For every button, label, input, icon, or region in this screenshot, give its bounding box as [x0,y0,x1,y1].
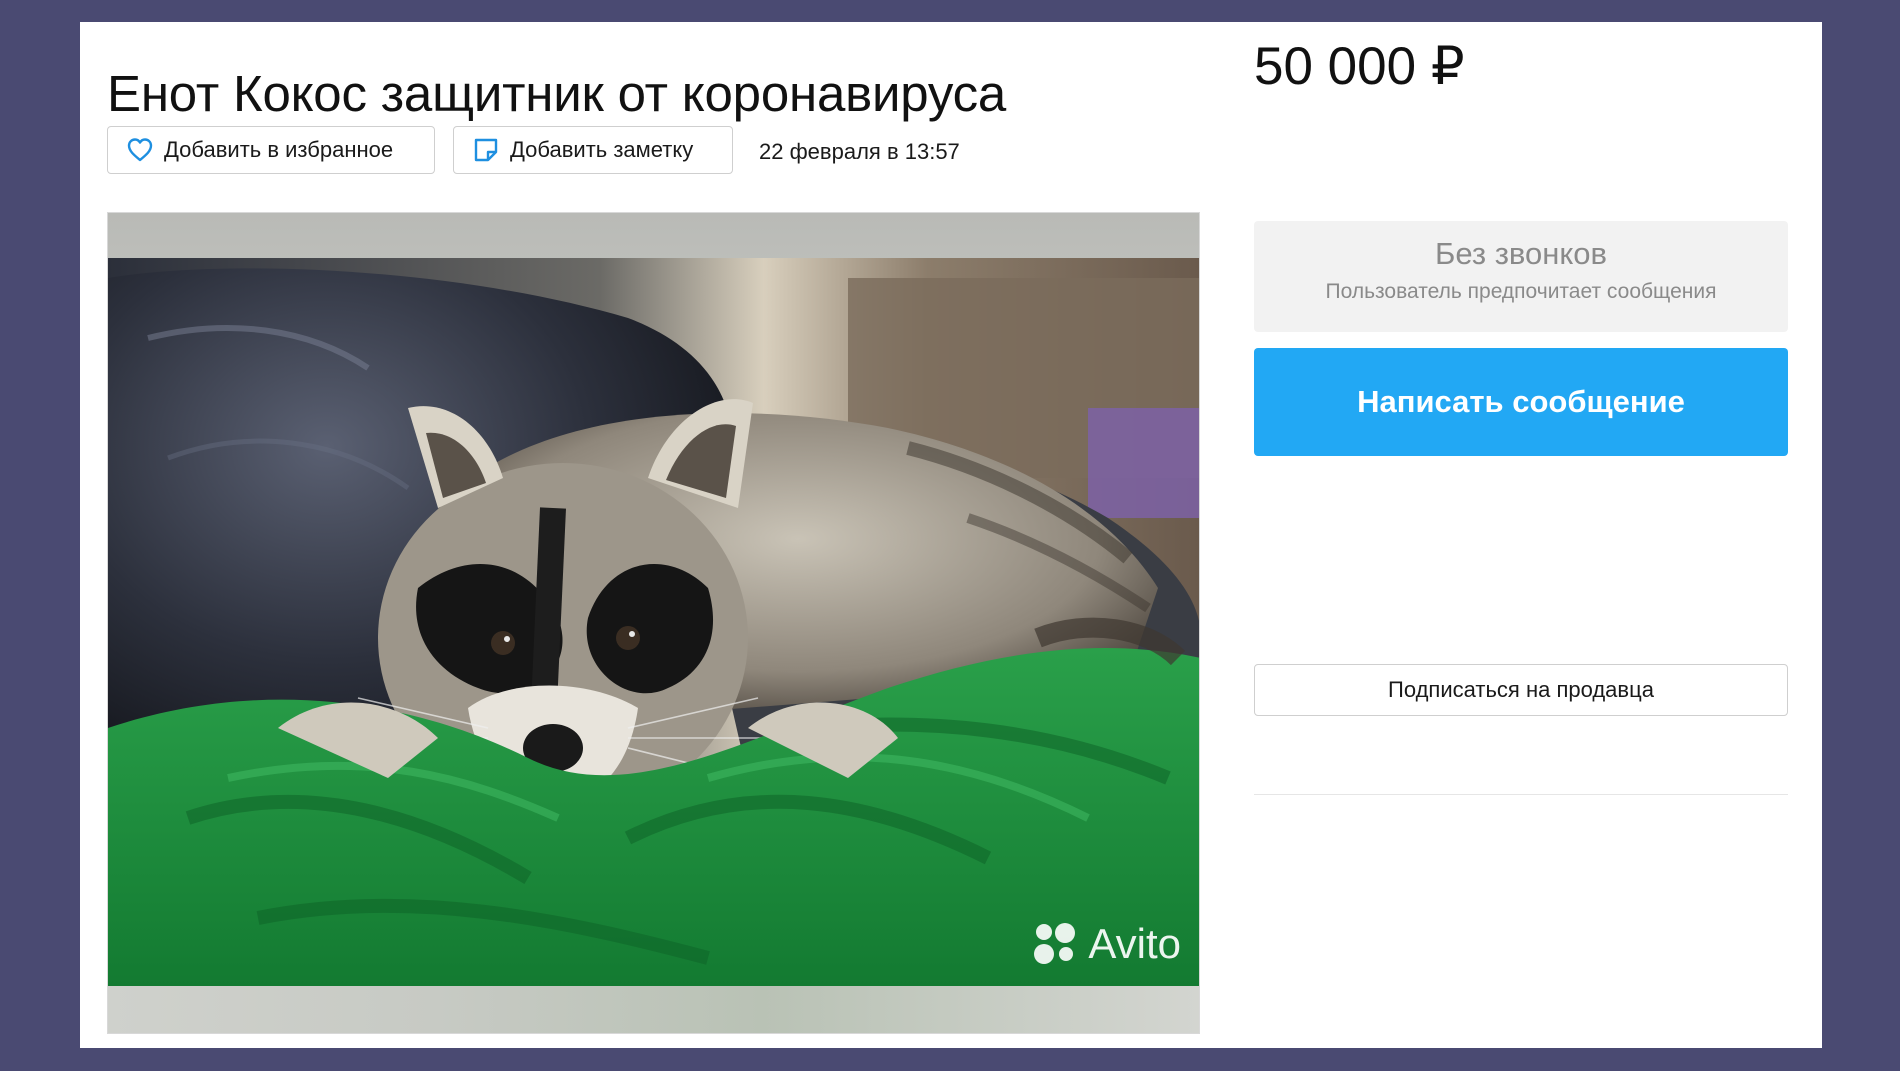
no-calls-subtitle: Пользователь предпочитает сообщения [1325,280,1717,303]
no-calls-title: Без звонков [1434,236,1608,271]
subscribe-seller-button[interactable]: Подписаться на продавца [1254,664,1788,716]
sidebar-divider [1254,794,1788,795]
listing-price: 50 000 ₽ [1254,37,1465,96]
write-message-button[interactable]: Написать сообщение [1254,348,1788,456]
favorites-label: Добавить в избранное [164,137,394,162]
listing-title: Енот Кокос защитник от коронавируса [107,65,1007,123]
sticky-note-icon [472,136,500,164]
avito-logo-icon [1032,920,1080,968]
no-calls-notice: Без звонков Пользователь предпочитает со… [1254,221,1788,332]
listing-date: 22 февраля в 13:57 [759,139,960,164]
listing-page: Енот Кокос защитник от коронавируса 50 0… [80,22,1822,1048]
avito-watermark-text: Avito [1088,920,1181,967]
note-label: Добавить заметку [510,137,694,162]
avito-watermark: Avito [1032,920,1181,968]
gallery-bottom-blur [108,986,1199,1033]
add-note-button[interactable]: Добавить заметку [453,126,733,174]
heart-icon [126,136,154,164]
add-to-favorites-button[interactable]: Добавить в избранное [107,126,435,174]
photo-gallery[interactable]: Avito [107,212,1200,1034]
listing-photo[interactable]: Avito [108,258,1199,988]
